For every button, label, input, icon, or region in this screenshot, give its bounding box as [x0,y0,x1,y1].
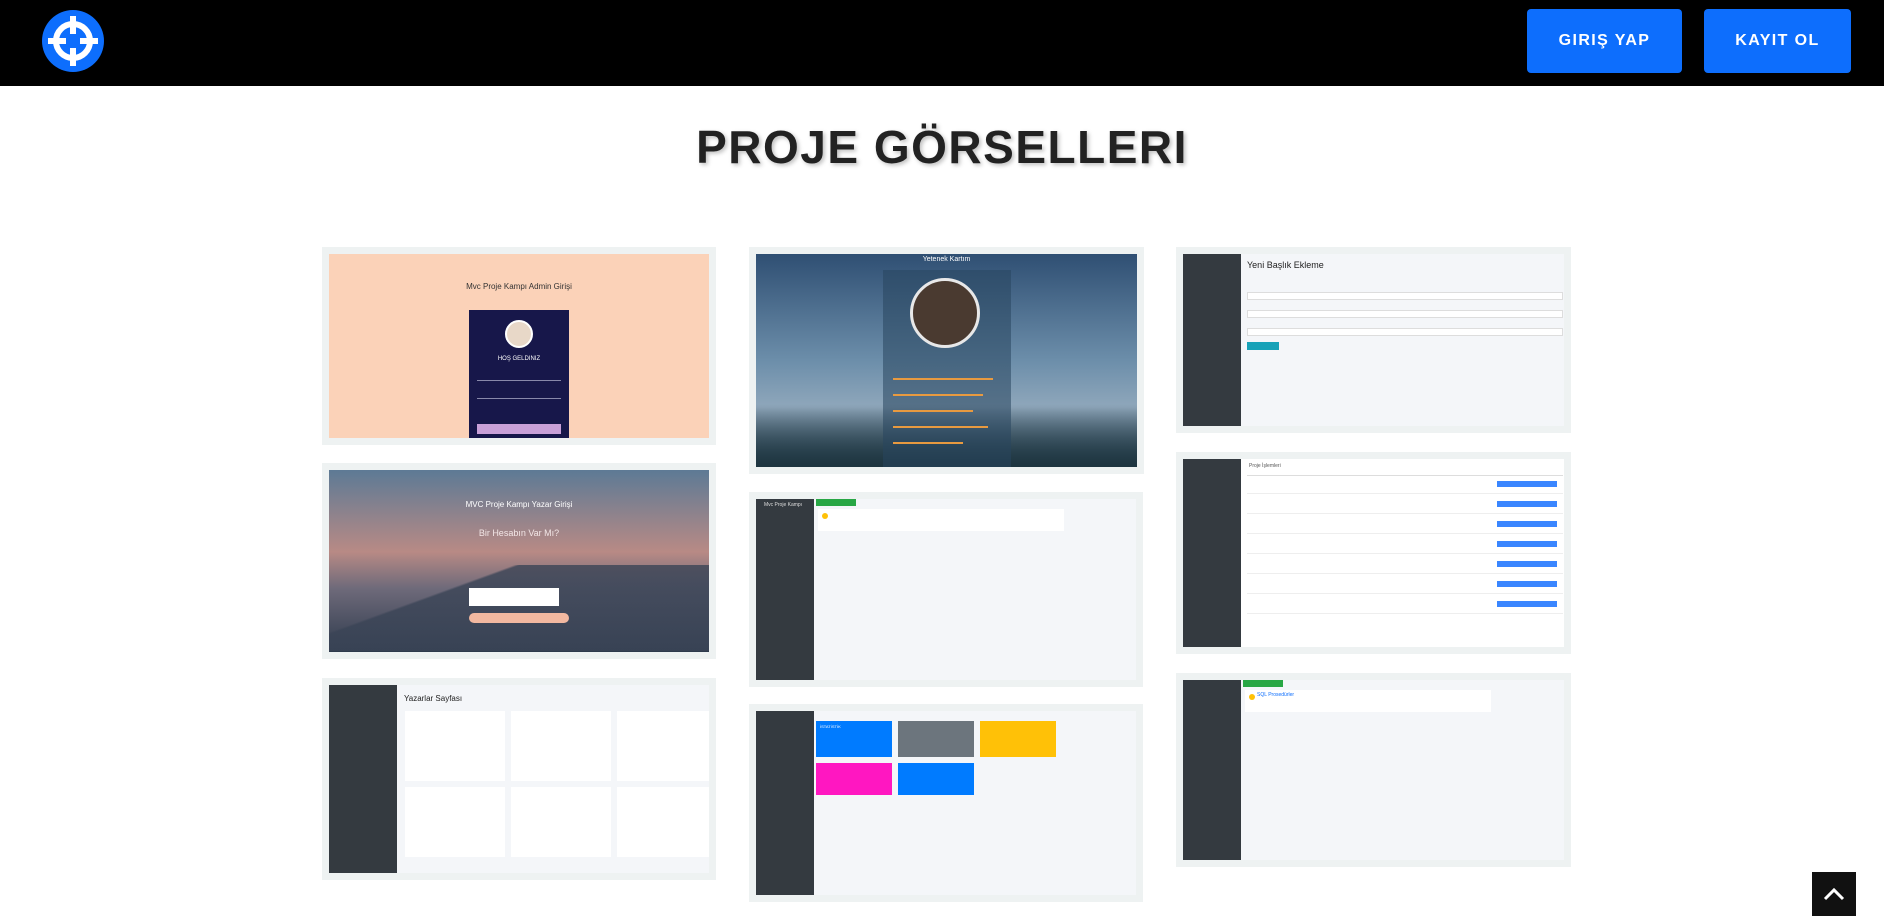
gallery-caption: Mvc Proje Kampı [764,502,803,508]
chevron-up-icon [1823,887,1845,901]
gallery-caption: Yetenek Kartım [922,256,971,263]
top-navbar: ANA SAYFA GELIŞTIRME ARAÇLARI HAKKINDA G… [0,0,1884,86]
gallery-item-yetenek-kartim[interactable]: Yetenek Kartım [749,247,1144,474]
gallery-item-admin-login[interactable]: Mvc Proje Kampı Admin Girişi HOŞ GELDINI… [322,247,716,445]
gallery-caption: Proje İşlemleri [1249,463,1281,469]
gallery-image: MVC Proje Kampı Yazar Girişi Bir Hesabın… [329,470,709,652]
gallery-item-yazar-girisi[interactable]: MVC Proje Kampı Yazar Girişi Bir Hesabın… [322,463,716,659]
gallery-item-istatistik-kartlari[interactable]: İSTATİSTİK [749,704,1143,902]
gallery-item-proje-islemleri[interactable]: Proje İşlemleri [1176,452,1571,654]
gallery-sub: Bir Hesabın Var Mı? [478,528,560,538]
gallery-image: Yazarlar Sayfası [329,685,709,873]
page-title: PROJE GÖRSELLERI [696,121,1188,173]
nav-gelistirme-araclari[interactable]: GELIŞTIRME ARAÇLARI [90,0,271,17]
nav-sozluk[interactable]: SÖZLÜK [534,0,598,17]
gallery-caption: Yeni Başlık Ekleme [1247,260,1324,270]
login-panel: HOŞ GELDINIZ [469,310,569,438]
gallery-image: Mvc Proje Kampı Admin Girişi HOŞ GELDINI… [329,254,709,438]
gallery-caption: Mvc Proje Kampı Admin Girişi [466,282,572,291]
gallery-image: Proje İşlemleri [1183,459,1564,647]
crosshair-logo-icon[interactable] [42,10,104,72]
gallery-caption: İSTATİSTİK [820,724,841,729]
gallery-caption: Yazarlar Sayfası [404,694,463,703]
register-button[interactable]: KAYIT OL [1704,9,1851,73]
gallery-item-yazar-panel-basliklar[interactable]: Mvc Proje Kampı [749,492,1143,687]
gallery-item-sql-prosedurler[interactable]: SQL Prosedürler [1176,673,1571,867]
gallery-image: Mvc Proje Kampı [756,499,1136,680]
gallery-image: Yeni Başlık Ekleme [1183,254,1564,426]
nav-iletisim[interactable]: İLETIŞIM [463,0,530,17]
gallery-item-yazarlar-sayfasi[interactable]: Yazarlar Sayfası [322,678,716,880]
gallery-image: Yetenek Kartım [756,254,1137,467]
back-to-top-button[interactable] [1812,872,1856,916]
gallery-image: İSTATİSTİK [756,711,1136,895]
gallery-sub: HOŞ GELDINIZ [497,356,541,362]
login-button[interactable]: GIRIŞ YAP [1527,9,1682,73]
gallery-caption: MVC Proje Kampı Yazar Girişi [465,500,573,509]
gallery-item-yeni-baslik-ekleme[interactable]: Yeni Başlık Ekleme [1176,247,1571,433]
gallery-image: SQL Prosedürler [1183,680,1564,860]
nav-hakkinda[interactable]: HAKKINDA [275,0,356,17]
skill-card [883,270,1011,467]
gallery-caption: SQL Prosedürler [1257,692,1295,698]
nav-gorseller[interactable]: GÖRSELLER [361,0,459,17]
